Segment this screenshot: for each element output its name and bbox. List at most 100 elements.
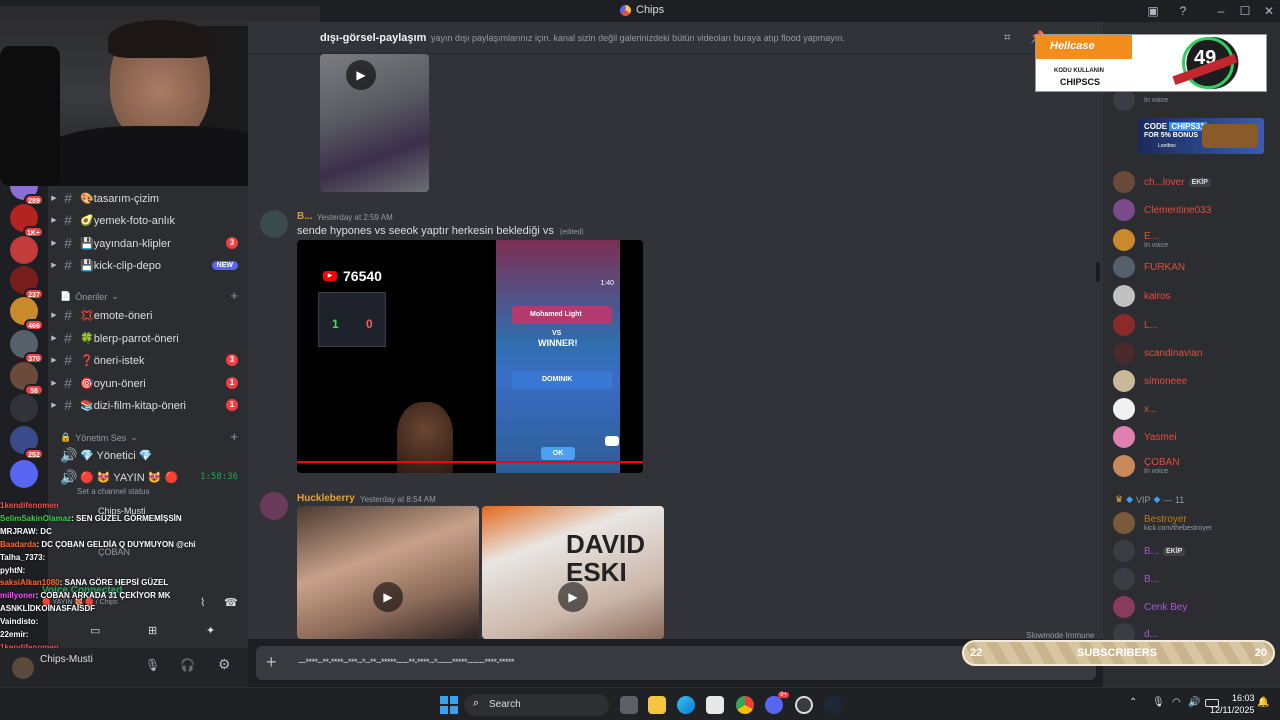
message-author[interactable]: Huckleberry	[297, 493, 355, 504]
collapse-arrow-icon[interactable]: ▶	[48, 311, 60, 319]
collapse-arrow-icon[interactable]: ▶	[48, 379, 60, 387]
threads-icon[interactable]: ⌗	[1004, 30, 1011, 45]
video-attachment[interactable]: ▶ 76540 1 0 1:40 Mohamed Light VS WINNER…	[297, 240, 643, 473]
prev-attachment-image[interactable]: ▶	[320, 54, 429, 192]
member-avatar	[1113, 285, 1135, 307]
server-icon[interactable]: 237	[10, 266, 44, 300]
member-item[interactable]: scandinavian	[1113, 341, 1278, 365]
add-channel-icon[interactable]: +	[230, 288, 238, 303]
vip-member-item[interactable]: Cenk Bey	[1113, 595, 1278, 619]
unread-count: 1	[226, 399, 238, 411]
channel-item[interactable]: ▶ # 💾yayından-klipler 3	[48, 232, 248, 254]
server-icon[interactable]: 58	[10, 362, 44, 396]
message-author[interactable]: B...	[297, 211, 313, 222]
voice-wave-icon[interactable]: ⌇	[200, 596, 205, 609]
vip-member-item[interactable]: B... EKİP	[1113, 539, 1278, 563]
score-left: 1	[332, 317, 339, 331]
user-avatar[interactable]	[12, 657, 34, 679]
headphones-icon[interactable]: 🎧	[180, 658, 195, 672]
server-icon[interactable]	[10, 236, 38, 264]
mic-tray-icon[interactable]: 🎙	[1152, 697, 1165, 708]
collapse-arrow-icon[interactable]: ▶	[48, 216, 60, 224]
play-icon[interactable]: ▶	[373, 582, 403, 612]
vip-member-item[interactable]: B...	[1113, 567, 1278, 591]
activity-icon[interactable]: ✦	[206, 624, 215, 637]
taskbar-search[interactable]: ⌕ Search	[464, 694, 609, 716]
video-attachment[interactable]: ▶	[297, 506, 479, 639]
settings-gear-icon[interactable]: ⚙	[218, 656, 231, 673]
user-name[interactable]: Chips-Musti	[40, 654, 93, 665]
member-item[interactable]: E... In voice	[1113, 228, 1278, 252]
member-item[interactable]: kairos	[1113, 284, 1278, 308]
member-item[interactable]: simoneee	[1113, 369, 1278, 393]
tray-chevron-icon[interactable]: ⌃	[1129, 697, 1137, 708]
close-button[interactable]: ✕	[1258, 2, 1280, 20]
collapse-arrow-icon[interactable]: ▶	[48, 261, 60, 269]
volume-icon[interactable]: 🔊	[1188, 697, 1200, 708]
file-explorer-icon[interactable]	[648, 696, 666, 714]
clock-date[interactable]: 12/11/2025	[1210, 705, 1254, 715]
server-icon[interactable]	[10, 460, 38, 488]
help-icon[interactable]: ?	[1172, 2, 1194, 20]
server-icon[interactable]: 466	[10, 297, 44, 331]
member-item[interactable]: ch...lover EKİP	[1113, 170, 1278, 194]
channel-topic[interactable]: yayın dışı paylaşımlarınız için. kanal s…	[431, 33, 845, 43]
steam-icon[interactable]	[824, 696, 842, 714]
message-avatar[interactable]	[260, 210, 288, 238]
task-view-icon[interactable]	[620, 696, 638, 714]
member-item[interactable]: x...	[1113, 397, 1278, 421]
member-item[interactable]: ÇOBAN In voice	[1113, 454, 1278, 478]
chrome-icon[interactable]	[736, 696, 754, 714]
notification-icon[interactable]: 🔔	[1257, 697, 1269, 708]
channel-item[interactable]: ▶ # 🍀blerp-parrot-öneri	[48, 327, 248, 349]
server-icon[interactable]: 370	[10, 330, 44, 364]
channel-item[interactable]: ▶ # 📚dizi-film-kitap-öneri 1	[48, 394, 248, 416]
message-scrollbar[interactable]	[1096, 262, 1100, 282]
channel-item[interactable]: ▶ # 🎯oyun-öneri 1	[48, 372, 248, 394]
channel-item[interactable]: ▶ # 💢emote-öneri	[48, 304, 248, 326]
minimize-button[interactable]: –	[1210, 2, 1232, 20]
chat-bubble-icon[interactable]	[605, 436, 619, 446]
clock-time[interactable]: 16:03	[1232, 693, 1255, 703]
collapse-arrow-icon[interactable]: ▶	[48, 239, 60, 247]
collapse-arrow-icon[interactable]: ▶	[48, 401, 60, 409]
channel-item[interactable]: ▶ # 💾kick-clip-depo NEW	[48, 254, 248, 276]
discord-icon[interactable]: 9+	[765, 692, 789, 714]
category-oneriler[interactable]: 📄 Öneriler ⌄	[60, 291, 119, 302]
channel-item[interactable]: ▶ # 🎨tasarım-çizim	[48, 187, 248, 209]
member-item[interactable]: FURKAN	[1113, 255, 1278, 279]
member-item[interactable]: Yasmei	[1113, 425, 1278, 449]
member-item[interactable]: L...	[1113, 313, 1278, 337]
edge-icon[interactable]	[677, 696, 695, 714]
start-button-icon[interactable]	[440, 696, 458, 714]
video-attachment[interactable]: DAVID ESKI ▶	[482, 506, 664, 639]
message-avatar[interactable]	[260, 492, 288, 520]
mic-icon[interactable]: 🎙	[145, 658, 160, 672]
store-icon[interactable]	[706, 696, 724, 714]
play-icon[interactable]: ▶	[558, 582, 588, 612]
maximize-button[interactable]: ☐	[1234, 2, 1256, 20]
channel-status-hint[interactable]: Set a channel status	[77, 487, 150, 496]
add-attachment-icon[interactable]: +	[266, 653, 277, 671]
disconnect-icon[interactable]: ☎	[224, 596, 238, 609]
server-icon[interactable]: 1K+	[10, 204, 44, 238]
member-item[interactable]: Clementine033	[1113, 198, 1278, 222]
wifi-icon[interactable]: ◠	[1172, 697, 1181, 708]
obs-icon[interactable]	[795, 696, 813, 714]
voice-channel-yayin[interactable]: 🔊 🔴 😻 YAYIN 😻 🔴 1:58:36	[48, 466, 248, 488]
add-channel-icon[interactable]: +	[230, 429, 238, 444]
category-yonetim[interactable]: 🔒 Yönetim Ses ⌄	[60, 432, 138, 443]
channel-item[interactable]: ▶ # 🥑yemek-foto-anlık	[48, 209, 248, 231]
video-progress-bar[interactable]	[297, 461, 643, 463]
collapse-arrow-icon[interactable]: ▶	[48, 334, 60, 342]
server-icon[interactable]: 252	[10, 426, 44, 460]
composer-input[interactable]: ---****--**-****--***--*--**--*****-----…	[298, 657, 515, 667]
channel-item[interactable]: ▶ # ❓öneri-istek 3	[48, 349, 248, 371]
collapse-arrow-icon[interactable]: ▶	[48, 194, 60, 202]
inbox-icon[interactable]: ▣	[1142, 2, 1164, 20]
voice-channel-yonetici[interactable]: 🔊 💎 Yönetici 💎	[48, 444, 248, 466]
collapse-arrow-icon[interactable]: ▶	[48, 356, 60, 364]
vip-member-item[interactable]: Bestroyer kick.com/thebestroyer	[1113, 511, 1278, 535]
play-icon[interactable]: ▶	[346, 60, 376, 90]
server-icon[interactable]	[10, 394, 38, 422]
